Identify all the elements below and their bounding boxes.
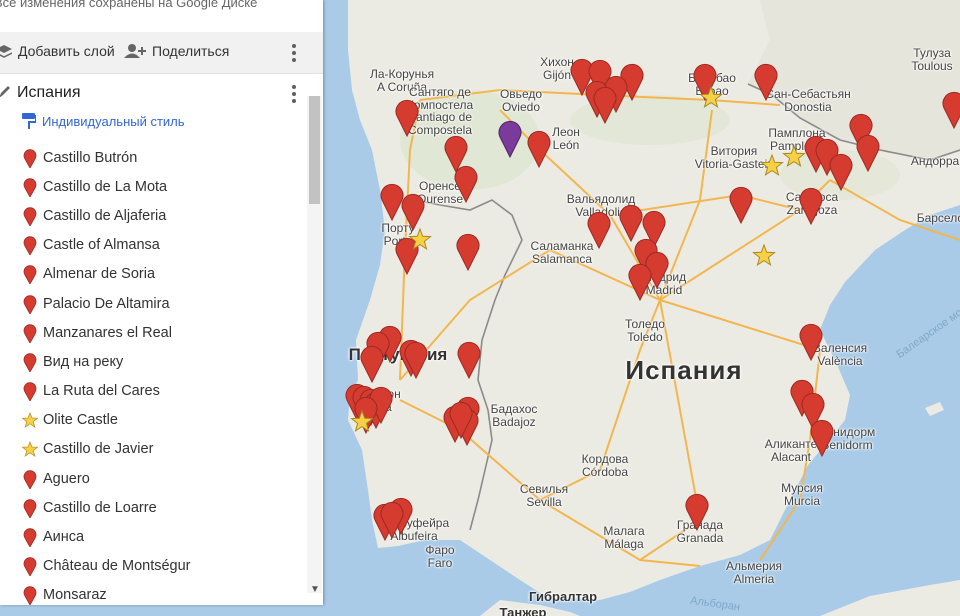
list-item-label: Almenar de Soria (43, 266, 156, 283)
layer-header[interactable]: Испания (0, 75, 323, 111)
red-marker-icon (20, 352, 40, 372)
layers-icon (0, 45, 12, 58)
add-layer-label: Добавить слой (18, 43, 115, 59)
list-item[interactable]: Castillo de Loarre (0, 493, 308, 522)
add-person-icon (124, 44, 146, 58)
list-item[interactable]: Castillo Butrón (0, 143, 308, 172)
yellow-star-icon[interactable] (760, 153, 784, 177)
red-marker-icon[interactable] (395, 99, 419, 138)
yellow-star-icon (20, 412, 40, 429)
list-item[interactable]: Castillo de La Mota (0, 172, 308, 201)
red-marker-icon (20, 148, 40, 168)
panel-toolbar: Добавить слой Поделиться (0, 32, 323, 74)
list-item[interactable]: La Ruta del Cares (0, 377, 308, 406)
red-marker-icon (20, 294, 40, 314)
red-marker-icon[interactable] (942, 91, 960, 130)
red-marker-icon[interactable] (628, 263, 652, 302)
scrollbar-thumb[interactable] (309, 96, 320, 204)
red-marker-icon[interactable] (754, 63, 778, 102)
layers-panel: Все изменения сохранены на Google Диске … (0, 0, 323, 605)
yellow-star-icon[interactable] (782, 144, 806, 168)
list-item[interactable]: Palacio De Altamira (0, 289, 308, 318)
red-marker-icon[interactable] (380, 183, 404, 222)
red-marker-icon[interactable] (729, 186, 753, 225)
scroll-down-arrow[interactable]: ▼ (310, 584, 320, 595)
list-item-label: Castillo de Aljaferia (43, 207, 167, 224)
red-marker-icon (20, 177, 40, 197)
red-marker-icon (20, 556, 40, 577)
red-marker-icon (20, 264, 40, 285)
share-label: Поделиться (152, 43, 230, 59)
red-marker-icon[interactable] (404, 341, 428, 380)
list-item-label: Castillo de La Mota (43, 178, 168, 195)
list-item[interactable]: Château de Montségur (0, 552, 308, 581)
red-marker-icon[interactable] (829, 153, 853, 192)
list-item-label: Castle of Almansa (43, 237, 160, 254)
style-link[interactable]: Индивидуальный стиль (22, 113, 185, 129)
list-item[interactable]: Almenar de Soria (0, 260, 308, 289)
feature-list: Castillo Butrón Castillo de La Mota Castil… (0, 143, 308, 605)
add-layer-button[interactable]: Добавить слой (0, 43, 115, 59)
layer-more-icon[interactable] (292, 85, 296, 103)
list-item-label: Palacio De Altamira (43, 295, 170, 312)
list-item-label: Аинса (43, 529, 85, 546)
red-marker-icon (20, 469, 40, 489)
yellow-star-icon[interactable] (752, 243, 776, 267)
red-marker-icon[interactable] (593, 86, 617, 125)
list-item-label: Вид на реку (43, 353, 124, 370)
red-marker-icon (20, 235, 40, 256)
layer-title: Испания (17, 84, 81, 101)
list-item-label: Castillo de Loarre (43, 499, 157, 516)
save-status: Все изменения сохранены на Google Диске (0, 0, 258, 10)
list-item-label: Aguero (43, 470, 90, 487)
list-item-label: Manzanares el Real (43, 324, 172, 341)
list-item[interactable]: Castillo de Javier (0, 435, 308, 464)
list-item[interactable]: Aguero (0, 464, 308, 493)
red-marker-icon[interactable] (685, 493, 709, 532)
red-marker-icon[interactable] (799, 323, 823, 362)
red-marker-icon[interactable] (454, 165, 478, 204)
list-item[interactable]: Аинса (0, 522, 308, 551)
red-marker-icon[interactable] (456, 233, 480, 272)
list-item-label: Olite Castle (43, 412, 118, 429)
red-marker-icon[interactable] (527, 130, 551, 169)
list-item-label: La Ruta del Cares (43, 383, 160, 400)
share-button[interactable]: Поделиться (124, 43, 229, 59)
yellow-star-icon (20, 441, 40, 458)
paint-roller-icon (22, 113, 36, 129)
list-item[interactable]: Castle of Almansa (0, 231, 308, 260)
purple-marker-icon[interactable] (498, 120, 522, 159)
red-marker-icon[interactable] (587, 211, 611, 250)
red-marker-icon[interactable] (619, 204, 643, 243)
red-marker-icon (20, 206, 40, 226)
list-item[interactable]: Castillo de Aljaferia (0, 201, 308, 230)
list-item[interactable]: Вид на реку (0, 347, 308, 376)
list-item[interactable]: Olite Castle (0, 406, 308, 435)
red-marker-icon[interactable] (360, 345, 384, 384)
red-marker-icon (20, 585, 40, 605)
toolbar-more-icon[interactable] (292, 44, 296, 62)
red-marker-icon (20, 527, 40, 548)
list-item[interactable]: Manzanares el Real (0, 318, 308, 347)
list-item[interactable]: Monsaraz (0, 581, 308, 605)
style-label: Индивидуальный стиль (42, 113, 185, 129)
red-marker-icon[interactable] (457, 341, 481, 380)
list-item-label: Castillo Butrón (43, 149, 138, 166)
red-marker-icon[interactable] (401, 193, 425, 232)
red-marker-icon (20, 498, 40, 518)
red-marker-icon[interactable] (799, 187, 823, 226)
red-marker-icon (20, 323, 40, 343)
red-marker-icon[interactable] (810, 419, 834, 458)
red-marker-icon[interactable] (856, 134, 880, 173)
pencil-icon (0, 86, 10, 98)
red-marker-icon (20, 381, 40, 402)
list-item-label: Monsaraz (43, 587, 107, 604)
list-item-label: Castillo de Javier (43, 441, 154, 458)
panel-scrollbar[interactable]: ▼ (307, 96, 322, 595)
list-item-label: Château de Montségur (43, 558, 191, 575)
